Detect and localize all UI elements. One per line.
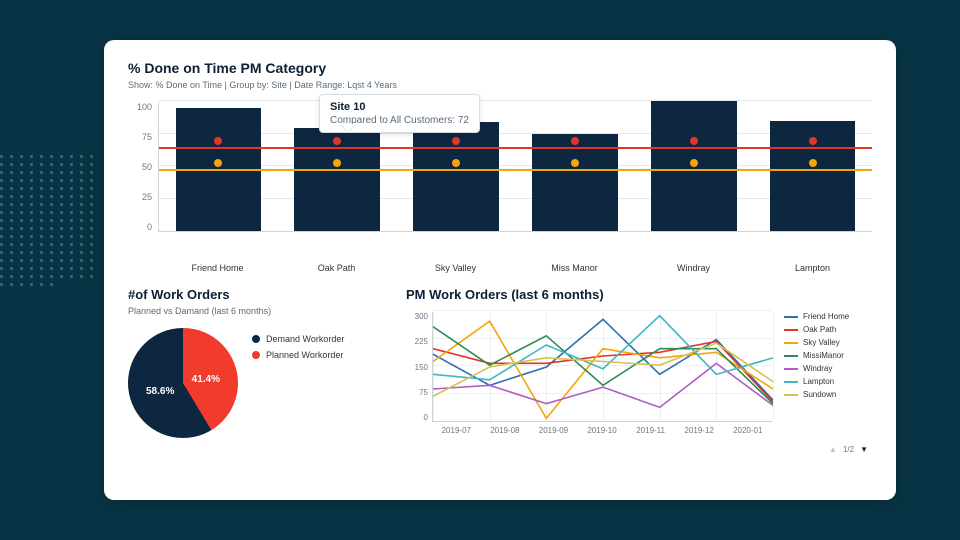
legend-friend-home[interactable]: Friend Home bbox=[784, 312, 849, 321]
legend-planned: Planned Workorder bbox=[252, 350, 344, 360]
pie-chart: 58.6% 41.4% bbox=[128, 328, 238, 438]
bar-xlabel: Windray bbox=[634, 263, 753, 273]
legend-label: Oak Path bbox=[803, 325, 836, 334]
line-xlabel: 2019-10 bbox=[578, 422, 627, 435]
bar-xlabel: Friend Home bbox=[158, 263, 277, 273]
bar-x-axis: Friend HomeOak PathSky ValleyMiss ManorW… bbox=[158, 263, 872, 273]
legend-demand: Demand Workorder bbox=[252, 334, 344, 344]
legend-label: Sundown bbox=[803, 390, 836, 399]
bar-xlabel: Lampton bbox=[753, 263, 872, 273]
bar-plot-area: Site 10 Compared to All Customers: 72 bbox=[158, 102, 872, 232]
legend-sky-valley[interactable]: Sky Valley bbox=[784, 338, 849, 347]
pie-legend: Demand Workorder Planned Workorder bbox=[252, 328, 344, 438]
legend-label: Friend Home bbox=[803, 312, 849, 321]
pager-text: 1/2 bbox=[843, 445, 854, 454]
line-xlabel: 2019-07 bbox=[432, 422, 481, 435]
legend-sundown[interactable]: Sundown bbox=[784, 390, 849, 399]
line-section: PM Work Orders (last 6 months) 300225150… bbox=[406, 287, 872, 454]
bar-xlabel: Oak Path bbox=[277, 263, 396, 273]
legend-planned-label: Planned Workorder bbox=[266, 350, 343, 360]
top-chart-subtitle: Show: % Done on Time | Group by: Site | … bbox=[128, 80, 872, 90]
swatch-demand bbox=[252, 335, 260, 343]
line-xlabel: 2019-12 bbox=[675, 422, 724, 435]
swatch-planned bbox=[252, 351, 260, 359]
top-chart-section: % Done on Time PM Category Show: % Done … bbox=[128, 60, 872, 273]
pie-title: #of Work Orders bbox=[128, 287, 388, 302]
line-xlabel: 2020-01 bbox=[723, 422, 772, 435]
line-title: PM Work Orders (last 6 months) bbox=[406, 287, 872, 302]
swatch bbox=[784, 355, 798, 357]
legend-label: Windray bbox=[803, 364, 832, 373]
swatch bbox=[784, 368, 798, 370]
line-xlabel: 2019-09 bbox=[529, 422, 578, 435]
swatch bbox=[784, 394, 798, 396]
line-y-axis: 300225150750 bbox=[406, 312, 432, 422]
line-pager[interactable]: ▲ 1/2 ▼ bbox=[829, 445, 868, 454]
legend-missimanor[interactable]: MissiManor bbox=[784, 351, 849, 360]
pager-next-icon[interactable]: ▼ bbox=[860, 445, 868, 454]
top-chart-title: % Done on Time PM Category bbox=[128, 60, 872, 76]
line-xlabel: 2019-11 bbox=[626, 422, 675, 435]
swatch bbox=[784, 381, 798, 383]
swatch bbox=[784, 342, 798, 344]
swatch bbox=[784, 316, 798, 318]
legend-oak-path[interactable]: Oak Path bbox=[784, 325, 849, 334]
bar-y-axis: 1007550250 bbox=[128, 102, 158, 232]
pie-section: #of Work Orders Planned vs Damand (last … bbox=[128, 287, 388, 454]
line-plot-area bbox=[432, 312, 772, 422]
swatch bbox=[784, 329, 798, 331]
line-xlabel: 2019-08 bbox=[481, 422, 530, 435]
bar-chart: 1007550250 Site 10 Compared to All Custo… bbox=[128, 102, 872, 257]
legend-label: MissiManor bbox=[803, 351, 844, 360]
legend-windray[interactable]: Windray bbox=[784, 364, 849, 373]
legend-lampton[interactable]: Lampton bbox=[784, 377, 849, 386]
tooltip-body: Compared to All Customers: 72 bbox=[330, 115, 469, 126]
legend-label: Sky Valley bbox=[803, 338, 840, 347]
pie-subtitle: Planned vs Damand (last 6 months) bbox=[128, 306, 388, 316]
line-x-axis: 2019-072019-082019-092019-102019-112019-… bbox=[432, 422, 772, 435]
dashboard-card: % Done on Time PM Category Show: % Done … bbox=[104, 40, 896, 500]
legend-label: Lampton bbox=[803, 377, 834, 386]
tooltip-title: Site 10 bbox=[330, 101, 469, 113]
bar-tooltip: Site 10 Compared to All Customers: 72 bbox=[319, 94, 480, 133]
pie-label-planned: 41.4% bbox=[192, 374, 220, 385]
pie-label-demand: 58.6% bbox=[146, 386, 174, 397]
bar-xlabel: Miss Manor bbox=[515, 263, 634, 273]
legend-demand-label: Demand Workorder bbox=[266, 334, 344, 344]
bar-xlabel: Sky Valley bbox=[396, 263, 515, 273]
line-legend: Friend Home Oak Path Sky Valley MissiManor W… bbox=[784, 312, 849, 422]
pager-prev-icon[interactable]: ▲ bbox=[829, 445, 837, 454]
